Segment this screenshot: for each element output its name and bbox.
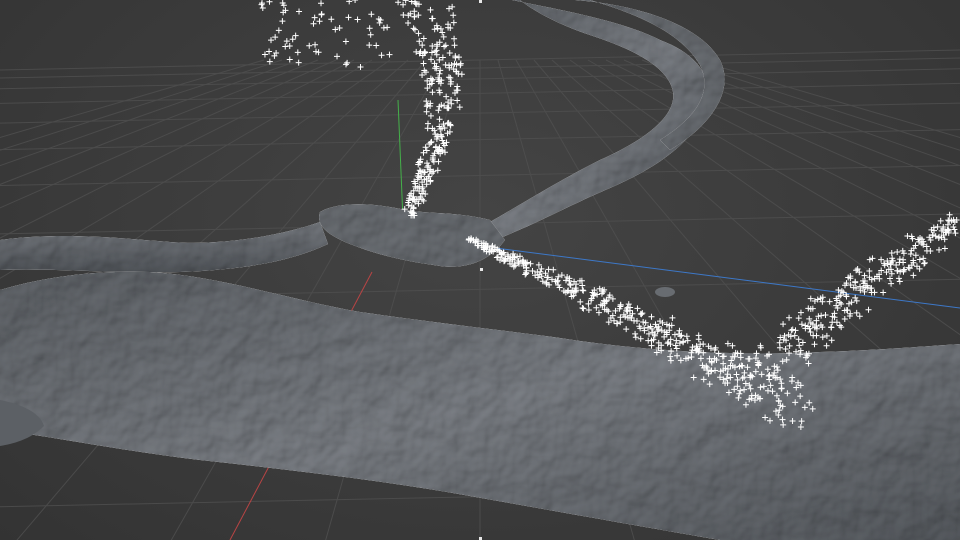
mesh-tube-left (0, 222, 328, 273)
3d-viewport[interactable] (0, 0, 960, 540)
y-axis-line (397, 99, 404, 221)
top-edge-marker (479, 0, 482, 3)
center-marker (480, 268, 483, 271)
mesh-small-blob (655, 287, 675, 297)
